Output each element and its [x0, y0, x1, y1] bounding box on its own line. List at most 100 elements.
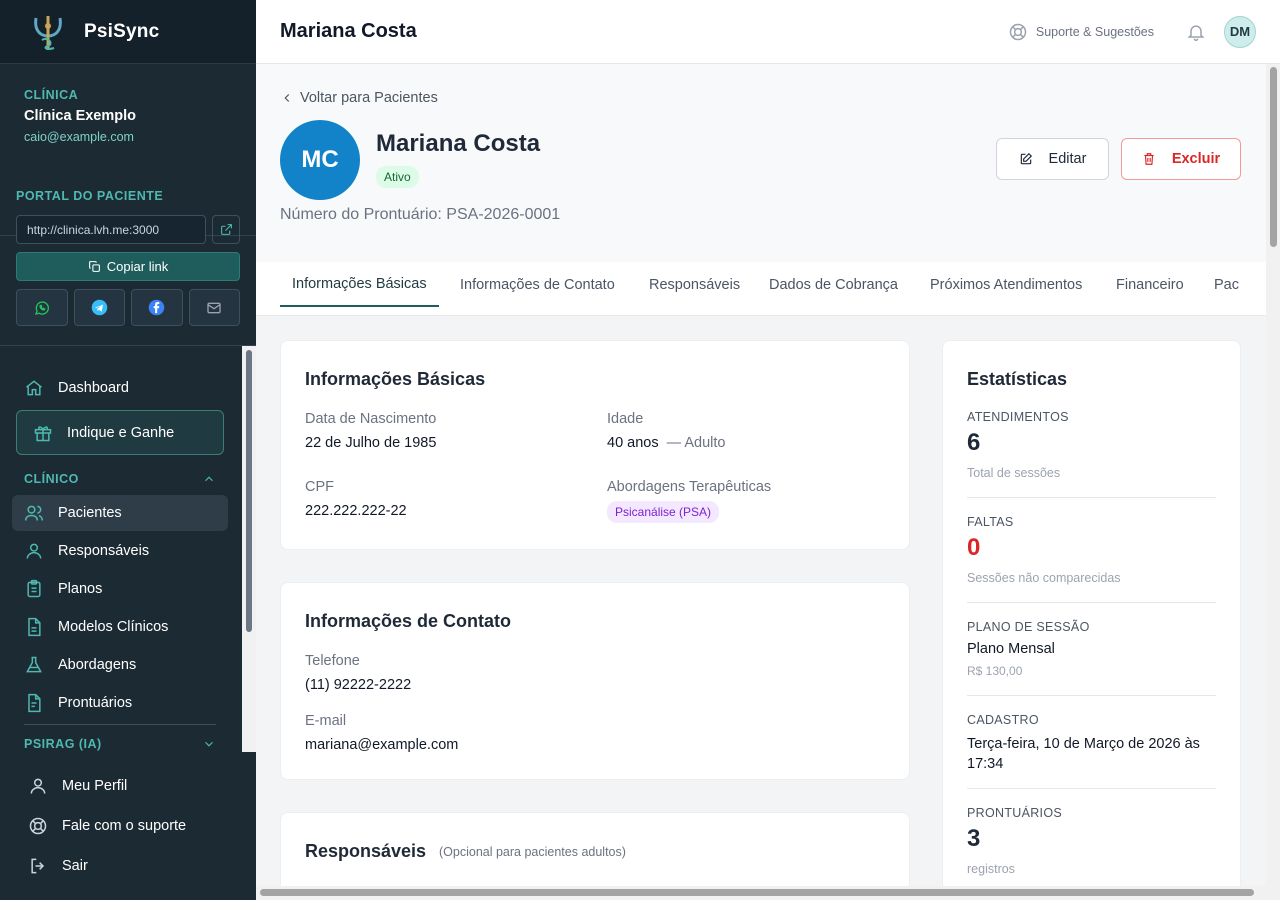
plan-label: PLANO DE SESSÃO: [967, 620, 1090, 634]
copy-link-button[interactable]: Copiar link: [16, 252, 240, 281]
chevron-left-icon: [280, 91, 294, 105]
main-scrollbar-thumb[interactable]: [1270, 67, 1277, 247]
signup-label: CADASTRO: [967, 713, 1039, 727]
main-content: Voltar para Pacientes MC Mariana Costa A…: [256, 64, 1266, 886]
users-icon: [24, 503, 44, 523]
horizontal-scrollbar-thumb[interactable]: [260, 889, 1254, 896]
sessions-sub: Total de sessões: [967, 466, 1061, 480]
portal-url-field[interactable]: http://clinica.lvh.me:3000: [16, 215, 206, 244]
sidebar-item-plans[interactable]: Planos: [12, 571, 228, 607]
sidebar: PsiSync CLÍNICA Clínica Exemplo caio@exa…: [0, 0, 256, 900]
patient-avatar: MC: [280, 120, 360, 200]
copy-link-label: Copiar link: [106, 259, 169, 274]
topbar: Mariana Costa Suporte & Sugestões DM: [256, 0, 1280, 64]
ai-section-toggle[interactable]: PSIRAG (IA): [24, 737, 216, 751]
plan-name: Plano Mensal: [967, 641, 1055, 657]
file-text-icon: [24, 693, 44, 713]
absences-sub: Sessões não comparecidas: [967, 571, 1121, 585]
logo-icon: [28, 12, 68, 52]
approach-label: Abordagens Terapêuticas: [607, 479, 772, 495]
record-number: Número do Prontuário: PSA-2026-0001: [280, 206, 561, 223]
sidebar-item-guardians[interactable]: Responsáveis: [12, 533, 228, 569]
sidebar-item-label: Planos: [58, 581, 103, 597]
sidebar-item-records[interactable]: Prontuários: [12, 685, 228, 721]
lifebuoy-icon: [1008, 22, 1028, 42]
sidebar-scrollbar-track[interactable]: [242, 346, 256, 752]
clinical-section-toggle[interactable]: CLÍNICO: [24, 472, 216, 486]
support-suggestions-link[interactable]: Suporte & Sugestões: [1008, 22, 1154, 42]
stat-divider: [967, 695, 1216, 696]
portal-eyebrow: PORTAL DO PACIENTE: [16, 189, 164, 203]
tab-basic-info[interactable]: Informações Básicas: [280, 262, 439, 307]
sidebar-item-label: Pacientes: [58, 505, 122, 521]
age-label: Idade: [607, 411, 644, 427]
logout-link[interactable]: Sair: [0, 846, 256, 886]
signup-date-line: Terça-feira, 10 de Março de 2026 às: [967, 736, 1200, 752]
tab-billing[interactable]: Dados de Cobrança: [757, 262, 910, 307]
back-to-patients-link[interactable]: Voltar para Pacientes: [280, 90, 438, 106]
refer-and-earn-button[interactable]: Indique e Ganhe: [16, 410, 224, 455]
refer-label: Indique e Ganhe: [67, 424, 175, 441]
statistics-title: Estatísticas: [967, 369, 1068, 389]
share-facebook-button[interactable]: [131, 289, 183, 326]
user-icon: [28, 776, 48, 796]
edit-button[interactable]: Editar: [996, 138, 1109, 180]
facebook-icon: [148, 299, 165, 316]
stat-divider: [967, 602, 1216, 603]
edit-icon: [1019, 152, 1033, 166]
statistics-card: Estatísticas ATENDIMENTOS 6 Total de ses…: [942, 340, 1241, 886]
phone-value: (11) 92222-2222: [305, 677, 412, 693]
main-scrollbar-vertical[interactable]: [1266, 64, 1280, 886]
logout-label: Sair: [62, 858, 88, 874]
patient-header: Voltar para Pacientes MC Mariana Costa A…: [256, 64, 1266, 262]
clinic-eyebrow: CLÍNICA: [24, 88, 79, 102]
share-email-button[interactable]: [188, 289, 240, 326]
telegram-icon: [91, 299, 108, 316]
sidebar-item-patients[interactable]: Pacientes: [12, 495, 228, 531]
my-profile-link[interactable]: Meu Perfil: [0, 766, 256, 806]
main-scrollbar-horizontal[interactable]: [256, 886, 1280, 900]
sidebar-item-dashboard[interactable]: Dashboard: [12, 370, 228, 406]
back-label: Voltar para Pacientes: [300, 90, 438, 106]
cpf-label: CPF: [305, 479, 334, 495]
email-label: E-mail: [305, 713, 347, 729]
clipboard-icon: [24, 579, 44, 599]
support-suggestions-label: Suporte & Sugestões: [1035, 24, 1154, 39]
patient-name: Mariana Costa: [376, 130, 541, 157]
birth-value: 22 de Julho de 1985: [305, 435, 437, 451]
sidebar-scrollbar-thumb[interactable]: [246, 350, 252, 632]
whatsapp-icon: [34, 300, 50, 316]
tab-upcoming-sessions[interactable]: Próximos Atendimentos: [918, 262, 1094, 307]
sidebar-item-clinical-templates[interactable]: Modelos Clínicos: [12, 609, 228, 645]
tab-contact-info[interactable]: Informações de Contato: [448, 262, 627, 307]
stat-divider: [967, 788, 1216, 789]
delete-button[interactable]: Excluir: [1121, 138, 1241, 180]
stat-divider: [967, 497, 1216, 498]
records-sub: registros: [967, 862, 1015, 876]
birth-label: Data de Nascimento: [305, 411, 437, 427]
email-value: mariana@example.com: [305, 737, 459, 753]
share-telegram-button[interactable]: [73, 289, 125, 326]
home-icon: [24, 378, 44, 398]
sessions-label: ATENDIMENTOS: [967, 410, 1069, 424]
user-avatar[interactable]: DM: [1224, 15, 1256, 48]
open-portal-button[interactable]: [212, 215, 240, 244]
bell-icon[interactable]: [1186, 22, 1206, 42]
tab-overflow[interactable]: Pac: [1202, 262, 1251, 307]
page-title: Mariana Costa: [280, 20, 417, 42]
sidebar-item-approaches[interactable]: Abordagens: [12, 647, 228, 683]
sidebar-item-label: Modelos Clínicos: [58, 619, 169, 635]
tab-financial[interactable]: Financeiro: [1104, 262, 1196, 307]
chevron-up-icon: [202, 472, 216, 486]
age-value: 40 anos — Adulto: [607, 435, 725, 451]
tab-guardians[interactable]: Responsáveis: [637, 262, 752, 307]
contact-info-title: Informações de Contato: [305, 611, 512, 631]
contact-support-label: Fale com o suporte: [62, 818, 187, 834]
clinical-section-label: CLÍNICO: [24, 472, 79, 486]
brand[interactable]: PsiSync: [0, 0, 256, 64]
gift-icon: [33, 423, 53, 443]
clinic-email: caio@example.com: [24, 130, 134, 144]
contact-support-link[interactable]: Fale com o suporte: [0, 806, 256, 846]
edit-label: Editar: [1048, 151, 1087, 167]
share-whatsapp-button[interactable]: [16, 289, 68, 326]
